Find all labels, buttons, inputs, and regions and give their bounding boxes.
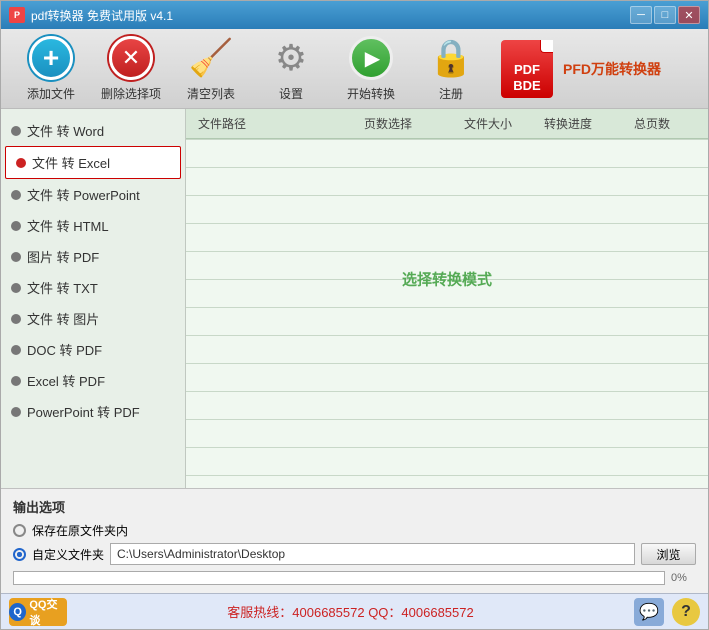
delete-label: 删除选择项 [101,85,161,102]
pdf-logo-icon: PDFBDE [501,40,553,98]
window-title: pdf转换器 免费试用版 v4.1 [31,7,630,24]
sidebar-label-ppt: 文件 转 PowerPoint [27,185,140,204]
add-file-button[interactable]: + 添加文件 [11,30,91,107]
option2-row: 自定义文件夹 浏览 [13,543,696,565]
option2-label: 自定义文件夹 [32,546,104,563]
right-panel: 文件路径 页数选择 文件大小 转换进度 总页数 选择转换模式 [186,109,708,488]
sidebar-dot-img-pdf [11,252,21,262]
title-bar: P pdf转换器 免费试用版 v4.1 ─ □ ✕ [1,1,708,29]
register-button[interactable]: 🔒 注册 [411,30,491,107]
brand-label: PFD万能转换器 [563,59,661,79]
sidebar: 文件 转 Word 文件 转 Excel 文件 转 PowerPoint 文件 … [1,109,186,488]
col-filepath: 文件路径 [194,113,360,134]
add-icon: + [28,35,74,81]
sidebar-label-img-pdf: 图片 转 PDF [27,247,99,266]
sidebar-item-html[interactable]: 文件 转 HTML [1,210,185,241]
sidebar-dot-txt [11,283,21,293]
app-icon: P [9,7,25,23]
radio-option1[interactable] [13,524,26,537]
settings-button[interactable]: ⚙ 设置 [251,30,331,107]
sidebar-label-to-img: 文件 转 图片 [27,309,99,328]
output-title: 输出选项 [13,497,696,516]
col-total: 总页数 [630,113,700,134]
option1-label: 保存在原文件夹内 [32,522,128,539]
sidebar-label-excel: 文件 转 Excel [32,153,110,172]
col-pages: 页数选择 [360,113,460,134]
progress-row: 0% [13,571,696,585]
qq-label: QQ交谈 [29,596,67,628]
broom-icon: 🧹 [188,35,234,81]
path-input[interactable] [110,543,635,565]
table-header: 文件路径 页数选择 文件大小 转换进度 总页数 [186,109,708,139]
table-body: 选择转换模式 [186,139,708,488]
sidebar-item-powerpoint[interactable]: 文件 转 PowerPoint [1,179,185,210]
close-button[interactable]: ✕ [678,6,700,24]
convert-button[interactable]: ▶ 开始转换 [331,30,411,107]
sidebar-item-txt[interactable]: 文件 转 TXT [1,272,185,303]
sidebar-item-excel-to-pdf[interactable]: Excel 转 PDF [1,365,185,396]
settings-label: 设置 [279,85,303,102]
sidebar-item-word[interactable]: 文件 转 Word [1,115,185,146]
pdf-brand-area: PDFBDE PFD万能转换器 [501,40,661,98]
qq-icon: Q [9,603,26,621]
maximize-button[interactable]: □ [654,6,676,24]
sidebar-label-txt: 文件 转 TXT [27,278,98,297]
file-table: 文件路径 页数选择 文件大小 转换进度 总页数 选择转换模式 [186,109,708,488]
sidebar-label-word: 文件 转 Word [27,121,104,140]
clear-label: 清空列表 [187,85,235,102]
sidebar-dot-to-img [11,314,21,324]
sidebar-item-excel[interactable]: 文件 转 Excel [5,146,181,179]
play-icon: ▶ [348,35,394,81]
clear-button[interactable]: 🧹 清空列表 [171,30,251,107]
sidebar-label-excel-pdf: Excel 转 PDF [27,371,105,390]
status-bar: Q QQ交谈 客服热线：4006685572 QQ：4006685572 💬 ? [1,593,708,629]
register-label: 注册 [439,85,463,102]
sidebar-label-ppt-pdf: PowerPoint 转 PDF [27,402,140,421]
sidebar-dot-excel-pdf [11,376,21,386]
convert-label: 开始转换 [347,85,395,102]
sidebar-item-img-to-pdf[interactable]: 图片 转 PDF [1,241,185,272]
add-label: 添加文件 [27,85,75,102]
sidebar-dot-ppt [11,190,21,200]
sidebar-label-doc-pdf: DOC 转 PDF [27,340,102,359]
sidebar-item-to-img[interactable]: 文件 转 图片 [1,303,185,334]
browse-button[interactable]: 浏览 [641,543,696,565]
help-button[interactable]: ? [672,598,700,626]
delete-button[interactable]: ✕ 删除选择项 [91,30,171,107]
sidebar-dot-excel [16,158,26,168]
window-controls: ─ □ ✕ [630,6,700,24]
sidebar-dot-doc-pdf [11,345,21,355]
main-window: P pdf转换器 免费试用版 v4.1 ─ □ ✕ + 添加文件 ✕ 删除选择项… [0,0,709,630]
select-mode-hint: 选择转换模式 [402,269,492,290]
progress-percent: 0% [671,572,696,584]
radio-option2[interactable] [13,548,26,561]
toolbar: + 添加文件 ✕ 删除选择项 🧹 清空列表 ⚙ 设置 ▶ 开始转换 [1,29,708,109]
sidebar-item-doc-to-pdf[interactable]: DOC 转 PDF [1,334,185,365]
lock-icon: 🔒 [428,35,474,81]
sidebar-dot-html [11,221,21,231]
col-size: 文件大小 [460,113,540,134]
output-section: 输出选项 保存在原文件夹内 自定义文件夹 浏览 0% [1,488,708,593]
chat-button[interactable]: 💬 [634,598,664,626]
sidebar-label-html: 文件 转 HTML [27,216,109,235]
qq-badge[interactable]: Q QQ交谈 [9,598,67,626]
minimize-button[interactable]: ─ [630,6,652,24]
delete-icon: ✕ [108,35,154,81]
gear-icon: ⚙ [268,35,314,81]
sidebar-dot-ppt-pdf [11,407,21,417]
main-content: 文件 转 Word 文件 转 Excel 文件 转 PowerPoint 文件 … [1,109,708,488]
hotline-text: 客服热线：4006685572 QQ：4006685572 [75,602,626,621]
sidebar-item-ppt-to-pdf[interactable]: PowerPoint 转 PDF [1,396,185,427]
option2-radio-row[interactable]: 自定义文件夹 [13,546,104,563]
col-progress: 转换进度 [540,113,630,134]
option1-row[interactable]: 保存在原文件夹内 [13,522,696,539]
sidebar-dot-word [11,126,21,136]
table-grid [186,139,708,488]
progress-bar [13,571,665,585]
